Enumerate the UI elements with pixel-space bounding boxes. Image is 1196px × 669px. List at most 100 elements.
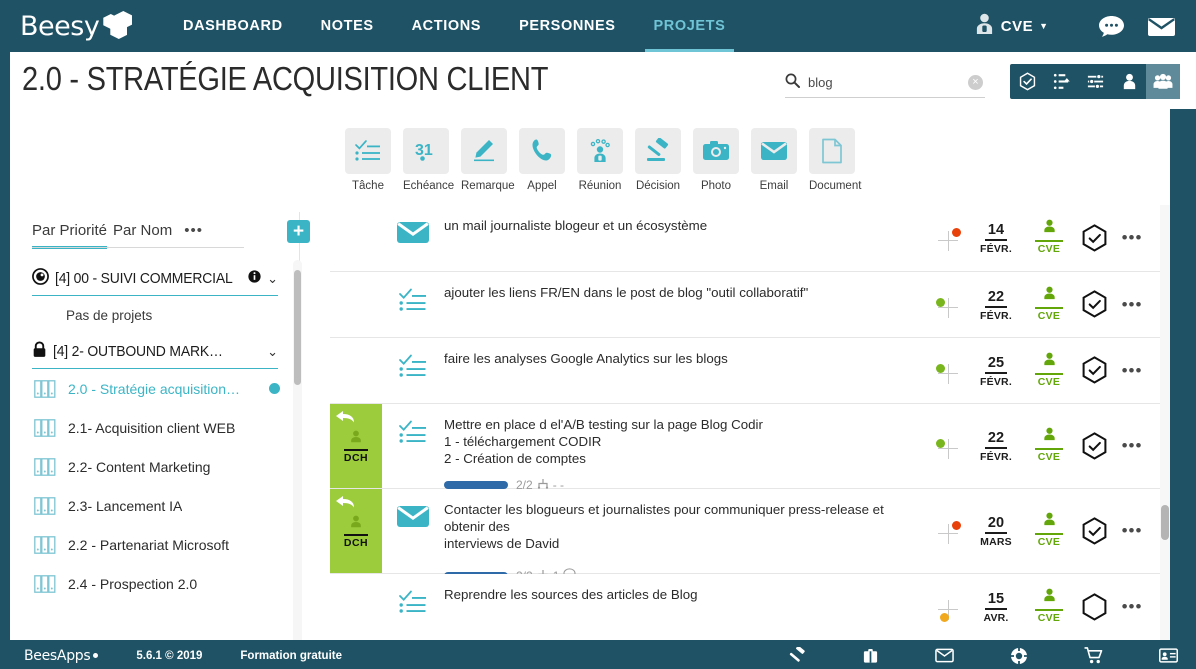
page-title: 2.0 - STRATÉGIE ACQUISITION CLIENT	[22, 60, 549, 97]
view-filter-sliders-icon[interactable]	[1078, 64, 1112, 99]
due-date[interactable]: 22 FÉVR.	[970, 288, 1022, 322]
envelope-icon	[382, 205, 444, 271]
view-workflow-branch-icon[interactable]	[1044, 64, 1078, 99]
footer-logo[interactable]: BeesApps	[24, 648, 99, 664]
sidebar-project-item[interactable]: 2.3- Lancement IA	[10, 486, 300, 525]
gavel-icon[interactable]	[788, 646, 806, 665]
row-title: ajouter les liens FR/EN dans le post de …	[444, 285, 809, 300]
sidebar-scrollbar[interactable]	[293, 260, 302, 652]
action-type-remarque[interactable]: Remarque	[461, 128, 515, 192]
sidebar-project-item[interactable]: 2.4 - Prospection 2.0	[10, 564, 300, 603]
action-type-document[interactable]: Document	[809, 128, 861, 192]
sidebar-tab-par-priorite[interactable]: Par Priorité	[32, 222, 108, 249]
view-shield-user-icon[interactable]	[1112, 64, 1146, 99]
action-type-email[interactable]: Email	[751, 128, 797, 192]
assignee[interactable]: CVE	[1026, 286, 1072, 324]
sidebar-group-outbound-marketing[interactable]: [4] 2- OUTBOUND MARK… ⌄	[32, 335, 278, 369]
sidebar-group-suivi-commercial[interactable]: [4] 00 - SUIVI COMMERCIAL ⌄	[32, 262, 278, 296]
nav-item-actions[interactable]: ACTIONS	[393, 0, 500, 52]
table-row[interactable]: faire les analyses Google Analytics sur …	[330, 338, 1160, 404]
chat-bubble-icon[interactable]	[1098, 15, 1125, 37]
sidebar-tab-par-nom[interactable]: Par Nom	[113, 222, 172, 249]
assignee[interactable]: CVE	[1026, 427, 1072, 465]
action-type-tache[interactable]: Tâche	[345, 128, 391, 192]
due-date[interactable]: 20 MARS	[970, 514, 1022, 549]
main-scrollbar-thumb[interactable]	[1161, 505, 1169, 540]
status-badge[interactable]	[1076, 431, 1112, 461]
action-type-echeance[interactable]: 31 Echéance	[403, 128, 454, 192]
row-more-menu[interactable]: •••	[1114, 522, 1150, 539]
chevron-down-icon[interactable]: ⌄	[267, 271, 278, 287]
search-clear-button[interactable]: ×	[968, 75, 983, 90]
row-metadata: 14 FÉVR. CVE •••	[934, 205, 1160, 271]
sidebar-project-item[interactable]: 2.2- Content Marketing	[10, 447, 300, 486]
life-ring-help-icon[interactable]	[1010, 647, 1028, 665]
search-box[interactable]: ×	[785, 68, 985, 98]
due-date[interactable]: 25 FÉVR.	[970, 354, 1022, 388]
nav-item-projets[interactable]: PROJETS	[635, 0, 745, 52]
user-menu[interactable]: CVE ▼	[975, 13, 1048, 40]
table-row[interactable]: DCH Contacter les blogueurs et journalis…	[330, 489, 1160, 583]
main-scrollbar[interactable]	[1160, 205, 1170, 644]
delegation-tab[interactable]: DCH	[330, 489, 382, 573]
table-row[interactable]: DCH Mettre en place d el'A/B testing sur…	[330, 404, 1160, 492]
table-row[interactable]: ajouter les liens FR/EN dans le post de …	[330, 272, 1160, 338]
nav-item-personnes[interactable]: PERSONNES	[500, 0, 634, 52]
status-badge[interactable]	[1076, 290, 1112, 319]
priority-indicator[interactable]	[934, 516, 964, 546]
sidebar-project-item[interactable]: 2.0 - Stratégie acquisition…	[10, 369, 300, 408]
due-date[interactable]: 15 AVR.	[970, 590, 1022, 625]
contact-card-icon[interactable]	[1159, 648, 1178, 663]
action-type-bar: Tâche 31 Echéance Remarque Appel Réunion…	[345, 128, 861, 192]
action-type-reunion[interactable]: Réunion	[577, 128, 623, 192]
sidebar-project-item[interactable]: 2.2 - Partenariat Microsoft	[10, 525, 300, 564]
footer-training-link[interactable]: Formation gratuite	[240, 650, 342, 662]
assignee[interactable]: CVE	[1026, 352, 1072, 390]
assignee[interactable]: CVE	[1026, 219, 1072, 257]
delegation-tab[interactable]: DCH	[330, 404, 382, 488]
shopping-cart-icon[interactable]	[1084, 647, 1103, 664]
status-badge[interactable]	[1076, 356, 1112, 385]
top-navigation-bar: Beesy DASHBOARD NOTES ACTIONS PERSONNES …	[0, 0, 1196, 52]
assignee[interactable]: CVE	[1026, 588, 1072, 626]
action-type-appel[interactable]: Appel	[519, 128, 565, 192]
briefcase-icon[interactable]	[862, 647, 879, 665]
assignee[interactable]: CVE	[1026, 512, 1072, 550]
view-people-group-icon[interactable]	[1146, 64, 1180, 99]
priority-indicator[interactable]	[934, 356, 964, 386]
status-badge[interactable]	[1076, 516, 1112, 546]
envelope-icon[interactable]	[1147, 16, 1176, 37]
envelope-icon[interactable]	[935, 648, 954, 663]
row-more-menu[interactable]: •••	[1114, 296, 1150, 313]
status-badge[interactable]	[1076, 592, 1112, 622]
sidebar-project-list: [4] 00 - SUIVI COMMERCIAL ⌄ Pas de proje…	[10, 262, 300, 644]
row-more-menu[interactable]: •••	[1114, 362, 1150, 379]
search-input[interactable]	[808, 75, 948, 90]
info-circle-icon[interactable]	[248, 269, 261, 288]
sidebar-project-item[interactable]: 2.1- Acquisition client WEB	[10, 408, 300, 447]
priority-indicator[interactable]	[934, 592, 964, 622]
add-project-button[interactable]: +	[287, 220, 310, 243]
sidebar-more-menu[interactable]: •••	[184, 223, 203, 238]
nav-item-dashboard[interactable]: DASHBOARD	[164, 0, 302, 52]
row-more-menu[interactable]: •••	[1114, 437, 1150, 454]
brand-logo[interactable]: Beesy	[20, 11, 140, 42]
priority-indicator[interactable]	[934, 223, 964, 253]
nav-item-notes[interactable]: NOTES	[302, 0, 393, 52]
action-type-decision[interactable]: Décision	[635, 128, 681, 192]
row-more-menu[interactable]: •••	[1114, 598, 1150, 615]
priority-indicator[interactable]	[934, 290, 964, 320]
status-badge[interactable]	[1076, 223, 1112, 253]
table-row[interactable]: un mail journaliste blogeur et un écosys…	[330, 205, 1160, 272]
table-row[interactable]: Reprendre les sources des articles de Bl…	[330, 574, 1160, 640]
sidebar-scrollbar-thumb[interactable]	[294, 270, 301, 385]
due-date[interactable]: 22 FÉVR.	[970, 429, 1022, 464]
chevron-down-icon[interactable]: ⌄	[267, 344, 278, 360]
view-check-hexagon-icon[interactable]	[1010, 64, 1044, 99]
priority-indicator[interactable]	[934, 431, 964, 461]
due-date[interactable]: 14 FÉVR.	[970, 221, 1022, 256]
user-green-icon	[1026, 352, 1072, 372]
row-more-menu[interactable]: •••	[1114, 229, 1150, 246]
action-type-photo[interactable]: Photo	[693, 128, 739, 192]
checklist-icon	[382, 404, 444, 488]
